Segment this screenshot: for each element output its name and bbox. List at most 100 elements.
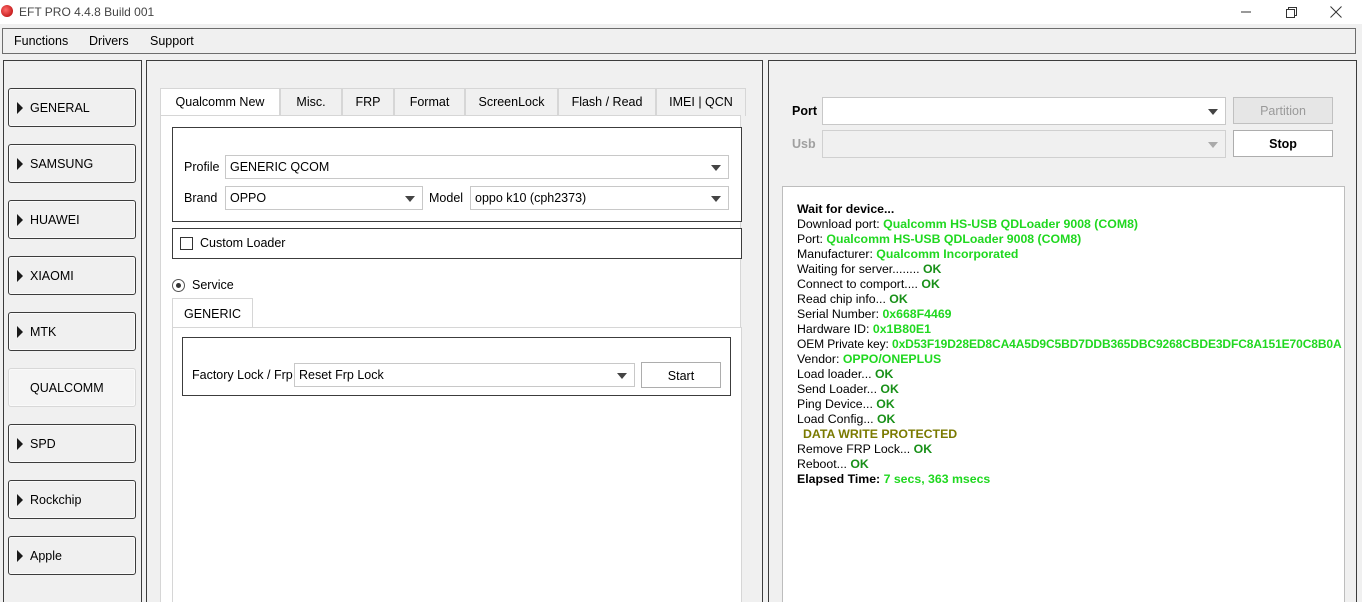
sidebar-item-label: HUAWEI	[30, 213, 80, 227]
chevron-down-icon	[1208, 142, 1218, 148]
function-panel: Qualcomm New Misc. FRP Format ScreenLock…	[146, 60, 763, 602]
service-radio[interactable]	[172, 279, 185, 292]
stop-button[interactable]: Stop	[1233, 130, 1333, 157]
restore-button[interactable]	[1268, 0, 1314, 24]
expand-arrow-icon	[17, 438, 23, 450]
menu-support[interactable]: Support	[150, 34, 194, 48]
brand-dropdown[interactable]: OPPO	[225, 186, 423, 210]
minimize-icon	[1241, 11, 1251, 13]
sidebar-item-general[interactable]: GENERAL	[8, 88, 136, 127]
custom-loader-checkbox[interactable]	[180, 237, 193, 250]
factory-lock-dropdown[interactable]: Reset Frp Lock	[294, 363, 635, 387]
brand-value: OPPO	[230, 191, 267, 205]
usb-label: Usb	[792, 137, 816, 151]
title-bar: EFT PRO 4.4.8 Build 001	[0, 0, 1362, 24]
profile-label: Profile	[184, 160, 220, 174]
usb-dropdown[interactable]	[822, 130, 1226, 158]
log-line: Load Config... OK	[797, 412, 896, 426]
expand-arrow-icon	[17, 326, 23, 338]
log-line: Port: Qualcomm HS-USB QDLoader 9008 (COM…	[797, 232, 1082, 246]
chevron-down-icon	[405, 196, 415, 202]
tab-generic[interactable]: GENERIC	[172, 298, 253, 328]
radio-selected-dot	[176, 283, 181, 288]
eft-logo-icon	[1, 5, 13, 17]
minimize-button[interactable]	[1223, 0, 1269, 24]
generic-tab-content: Factory Lock / Frp Reset Frp Lock Start	[172, 327, 742, 602]
log-line: DATA WRITE PROTECTED	[803, 427, 958, 441]
sidebar-item-qualcomm[interactable]: QUALCOMM	[8, 368, 136, 407]
close-icon	[1330, 6, 1342, 18]
brand-label: Brand	[184, 191, 218, 205]
sidebar-item-mtk[interactable]: MTK	[8, 312, 136, 351]
log-line: Read chip info... OK	[797, 292, 908, 306]
expand-arrow-icon	[17, 270, 23, 282]
tab-content: Profile GENERIC QCOM Brand OPPO Model op…	[160, 115, 742, 602]
expand-arrow-icon	[17, 158, 23, 170]
factory-lock-value: Reset Frp Lock	[299, 368, 384, 382]
tab-imei-qcn[interactable]: IMEI | QCN	[656, 88, 746, 116]
log-line: Wait for device...	[797, 202, 895, 216]
log-line: Load loader... OK	[797, 367, 894, 381]
custom-loader-label: Custom Loader	[200, 236, 286, 250]
chevron-down-icon	[617, 373, 627, 379]
chevron-down-icon	[1208, 109, 1218, 115]
log-line: Serial Number: 0x668F4469	[797, 307, 952, 321]
sidebar-item-samsung[interactable]: SAMSUNG	[8, 144, 136, 183]
log-line: Hardware ID: 0x1B80E1	[797, 322, 931, 336]
sidebar-item-label: SPD	[30, 437, 56, 451]
menu-functions[interactable]: Functions	[14, 34, 68, 48]
log-line: Manufacturer: Qualcomm Incorporated	[797, 247, 1019, 261]
log-line: Send Loader... OK	[797, 382, 899, 396]
model-value: oppo k10 (cph2373)	[475, 191, 587, 205]
profile-value: GENERIC QCOM	[230, 160, 330, 174]
menu-bar: Functions Drivers Support	[2, 28, 1356, 54]
tab-qualcomm-new[interactable]: Qualcomm New	[160, 88, 280, 117]
restore-icon	[1285, 6, 1297, 18]
log-line: OEM Private key: 0xD53F19D28ED8CA4A5D9C5…	[797, 337, 1342, 351]
factory-lock-label: Factory Lock / Frp	[192, 368, 293, 382]
expand-arrow-icon	[17, 214, 23, 226]
model-dropdown[interactable]: oppo k10 (cph2373)	[470, 186, 729, 210]
sidebar-item-label: QUALCOMM	[30, 381, 104, 395]
log-line: Remove FRP Lock... OK	[797, 442, 933, 456]
sidebar-item-spd[interactable]: SPD	[8, 424, 136, 463]
sidebar-item-label: XIAOMI	[30, 269, 74, 283]
log-line: Elapsed Time: 7 secs, 363 msecs	[797, 472, 991, 486]
log-line: Connect to comport.... OK	[797, 277, 940, 291]
sidebar-item-huawei[interactable]: HUAWEI	[8, 200, 136, 239]
chevron-down-icon	[711, 165, 721, 171]
port-dropdown[interactable]	[822, 97, 1226, 125]
sidebar-item-label: Rockchip	[30, 493, 82, 507]
tab-screenlock[interactable]: ScreenLock	[465, 88, 558, 116]
category-sidebar: GENERAL SAMSUNG HUAWEI XIAOMI MTK QUALCO…	[3, 60, 142, 602]
sidebar-item-xiaomi[interactable]: XIAOMI	[8, 256, 136, 295]
tab-flash-read[interactable]: Flash / Read	[558, 88, 656, 116]
factory-lock-group: Factory Lock / Frp Reset Frp Lock Start	[182, 337, 731, 396]
start-button[interactable]: Start	[641, 362, 721, 388]
log-line: Ping Device... OK	[797, 397, 895, 411]
expand-arrow-icon	[17, 494, 23, 506]
log-line: Reboot... OK	[797, 457, 869, 471]
partition-button[interactable]: Partition	[1233, 97, 1333, 124]
sidebar-item-rockchip[interactable]: Rockchip	[8, 480, 136, 519]
profile-dropdown[interactable]: GENERIC QCOM	[225, 155, 729, 179]
sidebar-item-apple[interactable]: Apple	[8, 536, 136, 575]
port-label: Port	[792, 104, 817, 118]
model-label: Model	[429, 191, 464, 205]
chevron-down-icon	[711, 196, 721, 202]
connection-panel: Port Partition Usb Stop Wait for device.…	[768, 60, 1357, 602]
expand-arrow-icon	[17, 550, 23, 562]
log-output: Wait for device... Download port: Qualco…	[782, 186, 1345, 602]
log-line: Vendor: OPPO/ONEPLUS	[797, 352, 942, 366]
tab-misc[interactable]: Misc.	[280, 88, 342, 116]
log-line: Download port: Qualcomm HS-USB QDLoader …	[797, 217, 1139, 231]
sidebar-item-label: Apple	[30, 549, 62, 563]
window-title: EFT PRO 4.4.8 Build 001	[19, 5, 155, 19]
log-line: Waiting for server........ OK	[797, 262, 942, 276]
tab-format[interactable]: Format	[394, 88, 465, 116]
sidebar-item-label: SAMSUNG	[30, 157, 94, 171]
tab-frp[interactable]: FRP	[342, 88, 394, 116]
service-label: Service	[192, 278, 234, 292]
close-button[interactable]	[1313, 0, 1359, 24]
menu-drivers[interactable]: Drivers	[89, 34, 129, 48]
